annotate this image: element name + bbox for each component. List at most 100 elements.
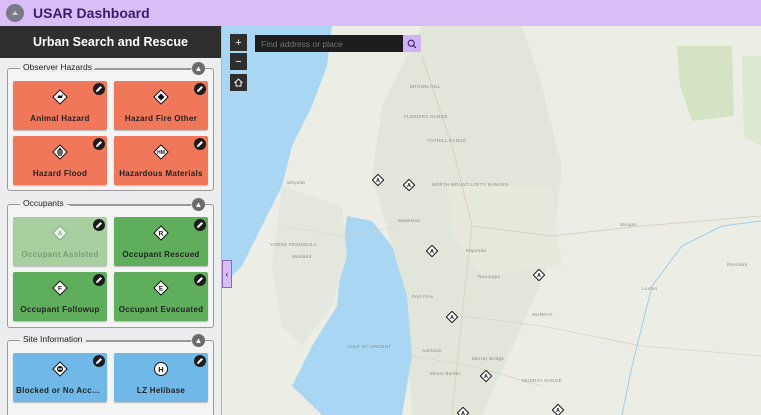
edit-pencil-icon[interactable] <box>93 138 105 150</box>
svg-text:A: A <box>537 273 541 279</box>
group-divider <box>70 205 191 206</box>
svg-text:A: A <box>430 249 434 255</box>
svg-text:A: A <box>407 183 411 189</box>
map-marker-a[interactable]: A <box>425 244 439 258</box>
app-logo-icon[interactable] <box>6 4 24 22</box>
sidebar-title: Urban Search and Rescue <box>0 26 221 58</box>
tile-occupant-evacuated[interactable]: E Occupant Evacuated <box>114 272 208 321</box>
map-place-label: Nuriootpa <box>478 274 501 279</box>
tile-hazardous-materials[interactable]: HM Hazardous Materials <box>114 136 208 185</box>
map-place-label: Renmark <box>727 262 748 267</box>
map-place-label: GULF ST VINCENT <box>347 344 392 349</box>
map-marker-a[interactable]: A <box>402 178 416 192</box>
map-place-label: Whyalla <box>287 180 306 185</box>
map-place-label: Morgan <box>620 222 638 227</box>
map-place-label: YORKE PENINSULA <box>270 242 318 247</box>
app-title: USAR Dashboard <box>33 5 150 21</box>
tile-occupant-assisted[interactable]: A Occupant Assisted <box>13 217 107 266</box>
svg-text:R: R <box>159 231 164 238</box>
svg-text:A: A <box>556 408 560 414</box>
tile-occupant-followup[interactable]: F Occupant Followup <box>13 272 107 321</box>
map-place-label: Murray Bridge <box>472 356 505 361</box>
edit-pencil-icon[interactable] <box>194 83 206 95</box>
letter-a-icon: A <box>52 225 68 241</box>
search-icon <box>407 39 417 48</box>
map-place-label: FLINDERS RANGE <box>404 114 448 119</box>
letter-e-icon: E <box>153 280 169 296</box>
home-button[interactable] <box>230 74 247 91</box>
edit-pencil-icon[interactable] <box>93 83 105 95</box>
tile-hazard-fire-other[interactable]: Hazard Fire Other <box>114 81 208 130</box>
map-place-label: Port Pirie <box>412 294 434 299</box>
app-header: USAR Dashboard <box>0 0 761 26</box>
map-place-label: NORTH MOUNT LOFTY RANGES <box>432 182 509 187</box>
helibase-icon: H <box>153 361 169 377</box>
map-place-label: Kapunda <box>466 248 487 253</box>
home-icon <box>234 78 243 87</box>
animal-hazard-icon <box>52 89 68 105</box>
svg-text:A: A <box>461 411 465 415</box>
chevron-up-icon[interactable]: ▲ <box>192 334 205 347</box>
tile-label: Occupant Assisted <box>21 250 99 259</box>
map-marker-a[interactable]: A <box>479 369 493 383</box>
map-place-label: Loxton <box>642 286 658 291</box>
no-entry-icon <box>52 361 68 377</box>
group-label: Occupants <box>20 198 67 208</box>
tile-label: Animal Hazard <box>30 114 90 123</box>
svg-text:A: A <box>376 178 380 184</box>
edit-pencil-icon[interactable] <box>93 355 105 367</box>
group-label: Observer Hazards <box>20 62 95 72</box>
map-place-label: MURRAY <box>532 312 553 317</box>
collapse-panel-button[interactable]: ‹ <box>222 260 232 288</box>
svg-text:A: A <box>450 315 454 321</box>
zoom-in-button[interactable]: + <box>230 34 247 51</box>
chevron-up-icon[interactable]: ▲ <box>192 62 205 75</box>
tile-blocked-or-no-access[interactable]: Blocked or No Access <box>13 353 107 402</box>
search-input[interactable] <box>255 35 403 52</box>
edit-pencil-icon[interactable] <box>194 355 206 367</box>
letter-f-icon: F <box>52 280 68 296</box>
map-marker-a[interactable]: A <box>551 403 565 415</box>
tile-label: LZ Helibase <box>136 386 186 395</box>
group-site-information: Site Information ▲ Blocked or No Access … <box>7 334 214 415</box>
map-view[interactable]: BROWN HILL FLINDERS RANGE TOTHILL RANGE … <box>222 26 761 415</box>
tile-label: Hazard Flood <box>32 169 88 178</box>
tile-label: Blocked or No Access <box>16 386 104 395</box>
edit-pencil-icon[interactable] <box>194 274 206 286</box>
edit-pencil-icon[interactable] <box>93 219 105 231</box>
tile-label: Occupant Rescued <box>122 250 200 259</box>
zoom-out-button[interactable]: − <box>230 53 247 70</box>
tile-label: Hazardous Materials <box>119 169 203 178</box>
map-marker-a[interactable]: A <box>456 406 470 415</box>
hazmat-icon: HM <box>153 144 169 160</box>
flood-hazard-icon <box>52 144 68 160</box>
search-button[interactable] <box>403 35 421 52</box>
map-place-label: Adelaide <box>422 348 442 353</box>
group-divider <box>94 69 191 70</box>
edit-pencil-icon[interactable] <box>93 274 105 286</box>
group-occupants: Occupants ▲ A Occupant Assisted R Occupa… <box>7 198 214 328</box>
letter-r-icon: R <box>153 225 169 241</box>
map-place-label: BROWN HILL <box>410 84 442 89</box>
map-marker-a[interactable]: A <box>371 173 385 187</box>
svg-text:H: H <box>158 365 163 374</box>
svg-text:E: E <box>159 286 164 293</box>
tile-lz-helibase[interactable]: H LZ Helibase <box>114 353 208 402</box>
fire-hazard-icon <box>153 89 169 105</box>
tile-occupant-rescued[interactable]: R Occupant Rescued <box>114 217 208 266</box>
group-observer-hazards: Observer Hazards ▲ Animal Hazard Hazard … <box>7 62 214 191</box>
map-place-label: MURRAY RANGE <box>522 378 562 383</box>
svg-text:A: A <box>484 374 488 380</box>
map-place-label: Mount Barker <box>430 371 461 376</box>
map-marker-a[interactable]: A <box>532 268 546 282</box>
edit-pencil-icon[interactable] <box>194 219 206 231</box>
map-place-label: Balaklava <box>398 218 421 223</box>
chevron-up-icon[interactable]: ▲ <box>192 198 205 211</box>
group-divider <box>86 341 191 342</box>
map-marker-a[interactable]: A <box>445 310 459 324</box>
tile-hazard-flood[interactable]: Hazard Flood <box>13 136 107 185</box>
map-place-label: TOTHILL RANGE <box>427 138 467 143</box>
tile-animal-hazard[interactable]: Animal Hazard <box>13 81 107 130</box>
edit-pencil-icon[interactable] <box>194 138 206 150</box>
group-label: Site Information <box>20 334 86 344</box>
